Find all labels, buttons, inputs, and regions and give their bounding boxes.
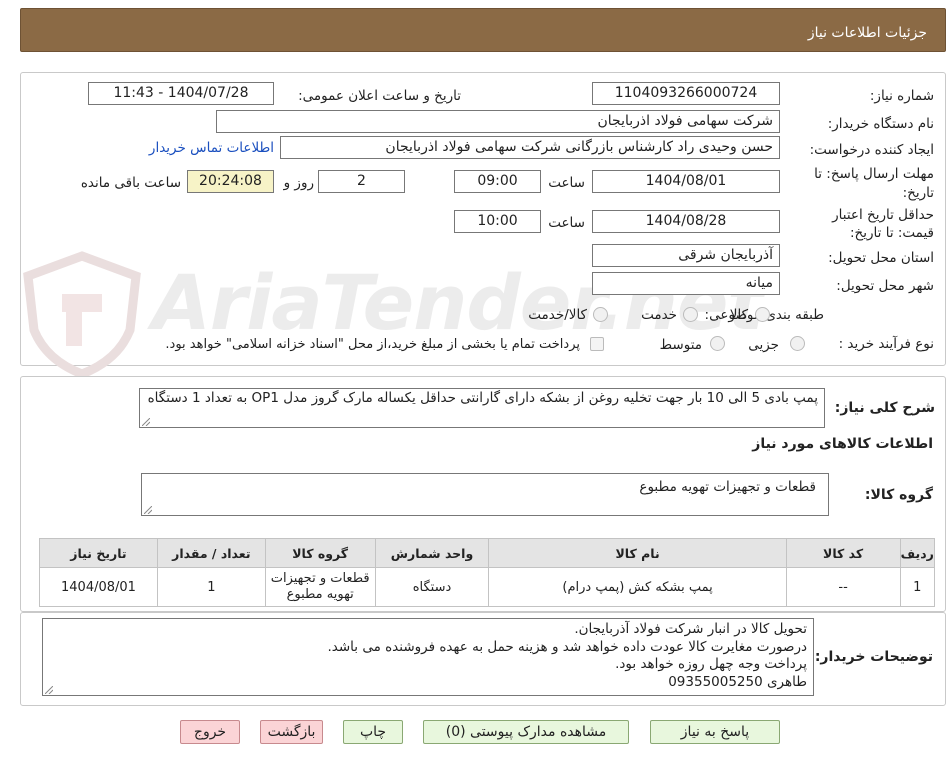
process-option-minor: جزیی (748, 337, 779, 353)
deadline-time-field: 09:00 (454, 170, 541, 193)
process-radio-medium[interactable] (710, 336, 725, 351)
goods-section-title: اطلاعات کالاهای مورد نیاز (752, 436, 933, 452)
deadline-label-line1: مهلت ارسال پاسخ: تا (814, 166, 934, 182)
cell-goods-name: پمپ بشکه کش (پمپ درام) (488, 567, 787, 607)
announce-label: تاریخ و ساعت اعلان عمومی: (298, 88, 461, 104)
validity-date-field: 1404/08/28 (592, 210, 780, 233)
col-goods-group: گروه کالا (264, 538, 376, 568)
buyer-note-line: درصورت مغایرت کالا عودت داده خواهد شد و … (327, 638, 807, 655)
buyer-field: شرکت سهامی فولاد اذربایجان (216, 110, 780, 133)
remaining-time-label: ساعت باقی مانده (80, 175, 181, 191)
treasury-payment-note: پرداخت تمام یا بخشی از مبلغ خرید،از محل … (165, 337, 580, 352)
cell-need-date: 1404/08/01 (39, 567, 158, 607)
goods-group-field: قطعات و تجهیزات تهویه مطبوع (141, 473, 829, 516)
description-field: پمپ بادی 5 الی 10 بار جهت تخلیه روغن از … (139, 388, 825, 428)
buyer-notes-label: توضیحات خریدار: (814, 649, 933, 665)
goods-group-label: گروه کالا: (864, 487, 933, 503)
goods-group-value: قطعات و تجهیزات تهویه مطبوع (639, 479, 816, 495)
exit-button[interactable]: خروج (180, 720, 240, 744)
remaining-time-field: 20:24:08 (187, 170, 274, 193)
city-field: میانه (592, 272, 780, 295)
buyer-contact-link[interactable]: اطلاعات تماس خریدار (149, 140, 274, 156)
category-option-goods: کالا (729, 307, 748, 323)
cell-row-number: 1 (899, 567, 936, 607)
province-field: آذربایجان شرقی (592, 244, 780, 267)
cell-goods-code: -- (785, 567, 901, 607)
validity-time-label: ساعت (548, 215, 585, 231)
print-button[interactable]: چاپ (343, 720, 403, 744)
watermark-shield-icon (18, 250, 146, 382)
buyer-notes-field: تحویل کالا در انبار شرکت فولاد آذربایجان… (42, 618, 814, 696)
description-text: پمپ بادی 5 الی 10 بار جهت تخلیه روغن از … (147, 390, 818, 406)
table-header-row: ردیف کد کالا نام کالا واحد شمارش گروه کا… (39, 538, 936, 568)
category-option-goods-service: کالا/خدمت (528, 307, 587, 323)
back-button[interactable]: بازگشت (260, 720, 323, 744)
need-number-label: شماره نیاز: (869, 88, 934, 104)
creator-label: ایجاد کننده درخواست: (809, 142, 934, 158)
validity-label-line1: حداقل تاریخ اعتبار (832, 207, 934, 223)
category-radio-service[interactable] (683, 307, 698, 322)
validity-label: حداقل تاریخ اعتبار قیمت: تا تاریخ: (832, 206, 934, 242)
page-title: جزئیات اطلاعات نیاز (807, 25, 927, 41)
deadline-date-field: 1404/08/01 (592, 170, 780, 193)
goods-table: ردیف کد کالا نام کالا واحد شمارش گروه کا… (39, 538, 936, 607)
col-unit: واحد شمارش (374, 538, 490, 568)
creator-field: حسن وحیدی راد کارشناس بازرگانی شرکت سهام… (280, 136, 780, 159)
page-header: جزئیات اطلاعات نیاز (20, 8, 946, 52)
resize-handle-icon[interactable] (144, 506, 152, 514)
cell-unit: دستگاه (374, 567, 490, 607)
process-label: نوع فرآیند خرید : (838, 336, 934, 352)
buyer-label: نام دستگاه خریدار: (827, 116, 934, 132)
col-goods-name: نام کالا (488, 538, 787, 568)
col-row-number: ردیف (899, 538, 936, 568)
cell-quantity: 1 (156, 567, 266, 607)
validity-label-line2: قیمت: تا تاریخ: (850, 225, 934, 241)
buyer-note-line: طاهری 09355005250 (668, 673, 807, 690)
deadline-time-label: ساعت (548, 175, 585, 191)
process-option-medium: متوسط (659, 337, 702, 353)
deadline-label: مهلت ارسال پاسخ: تا تاریخ: (814, 165, 934, 203)
deadline-label-line2: تاریخ: (902, 185, 934, 201)
validity-time-field: 10:00 (454, 210, 541, 233)
resize-handle-icon[interactable] (45, 686, 53, 694)
buyer-note-line: تحویل کالا در انبار شرکت فولاد آذربایجان… (574, 621, 807, 637)
days-remaining-field: 2 (318, 170, 405, 193)
category-radio-goods[interactable] (755, 307, 770, 322)
table-row: 1 -- پمپ بشکه کش (پمپ درام) دستگاه قطعات… (39, 567, 936, 607)
category-option-service: خدمت (641, 307, 677, 323)
province-label: استان محل تحویل: (828, 250, 934, 266)
col-quantity: تعداد / مقدار (156, 538, 266, 568)
treasury-payment-checkbox[interactable] (590, 337, 604, 351)
col-need-date: تاریخ نیاز (39, 538, 158, 568)
days-label: روز و (283, 175, 314, 191)
cell-goods-group: قطعات و تجهیزات تهویه مطبوع (264, 567, 376, 607)
attachments-button[interactable]: مشاهده مدارک پیوستی (0) (423, 720, 629, 744)
process-radio-minor[interactable] (790, 336, 805, 351)
description-label: شرح کلی نیاز: (834, 400, 935, 416)
buyer-note-line: پرداخت وجه چهل روزه خواهد بود. (615, 656, 807, 672)
need-number-field: 1104093266000724 (592, 82, 780, 105)
col-goods-code: کد کالا (785, 538, 901, 568)
city-label: شهر محل تحویل: (836, 278, 934, 294)
resize-handle-icon[interactable] (142, 418, 150, 426)
category-radio-goods-service[interactable] (593, 307, 608, 322)
reply-button[interactable]: پاسخ به نیاز (650, 720, 780, 744)
announce-datetime-field: 1404/07/28 - 11:43 (88, 82, 274, 105)
